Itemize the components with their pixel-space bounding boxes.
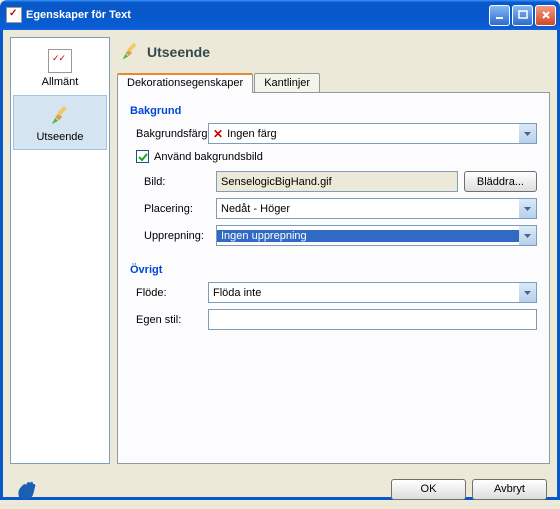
use-image-checkbox[interactable] <box>136 150 149 163</box>
hand-logo-icon <box>13 475 41 503</box>
repeat-combo[interactable]: Ingen upprepning <box>216 225 537 246</box>
window-title: Egenskaper för Text <box>26 9 131 21</box>
bg-color-label: Bakgrundsfärg: <box>130 128 208 140</box>
app-icon <box>6 7 22 23</box>
chevron-down-icon <box>519 283 536 302</box>
sidebar-item-label: Utseende <box>16 131 104 143</box>
minimize-button[interactable] <box>489 5 510 26</box>
sidebar: Allmänt Utseende <box>10 37 110 464</box>
chevron-down-icon <box>519 226 536 245</box>
position-label: Placering: <box>130 203 216 215</box>
sidebar-item-general[interactable]: Allmänt <box>13 40 107 95</box>
chevron-down-icon <box>519 124 536 143</box>
style-label: Egen stil: <box>130 314 208 326</box>
group-other-title: Övrigt <box>130 264 537 276</box>
title-bar: Egenskaper för Text <box>0 0 560 30</box>
image-field: SenselogicBigHand.gif <box>216 171 458 192</box>
bg-color-combo[interactable]: ✕Ingen färg <box>208 123 537 144</box>
repeat-label: Upprepning: <box>130 230 216 242</box>
sidebar-item-appearance[interactable]: Utseende <box>13 95 107 150</box>
browse-button[interactable]: Bläddra... <box>464 171 537 192</box>
style-field[interactable] <box>208 309 537 330</box>
float-label: Flöde: <box>130 287 208 299</box>
sidebar-item-label: Allmänt <box>16 76 104 88</box>
close-button[interactable] <box>535 5 556 26</box>
cancel-button[interactable]: Avbryt <box>472 479 547 500</box>
tab-decoration[interactable]: Dekorationsegenskaper <box>117 73 253 93</box>
maximize-button[interactable] <box>512 5 533 26</box>
chevron-down-icon <box>519 199 536 218</box>
image-label: Bild: <box>130 176 216 188</box>
panel-title: Utseende <box>147 44 210 60</box>
brush-icon <box>119 41 141 63</box>
no-color-icon: ✕ <box>213 127 223 141</box>
use-image-label: Använd bakgrundsbild <box>154 151 263 163</box>
group-background-title: Bakgrund <box>130 105 537 117</box>
ok-button[interactable]: OK <box>391 479 466 500</box>
tab-panel: Bakgrund Bakgrundsfärg: ✕Ingen färg Anv <box>117 92 550 464</box>
tab-borders[interactable]: Kantlinjer <box>254 73 320 92</box>
checklist-icon <box>48 49 72 73</box>
position-combo[interactable]: Nedåt - Höger <box>216 198 537 219</box>
brush-icon <box>48 104 72 128</box>
float-combo[interactable]: Flöda inte <box>208 282 537 303</box>
